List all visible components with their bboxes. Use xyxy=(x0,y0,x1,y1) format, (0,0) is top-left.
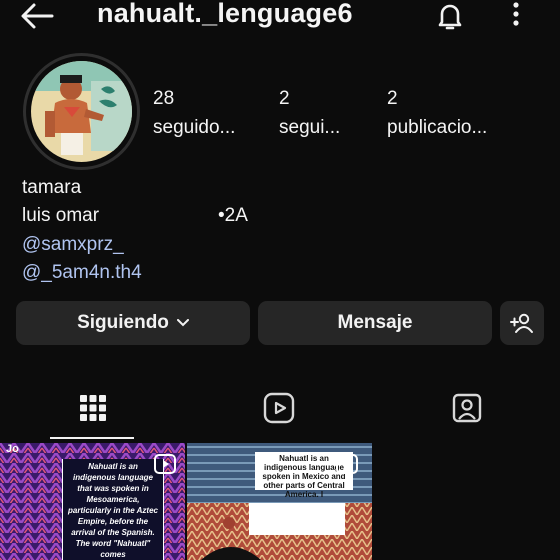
aztec-figure-illustration xyxy=(31,61,132,162)
following-button[interactable]: Siguiendo xyxy=(16,301,250,345)
tab-tagged[interactable] xyxy=(374,378,560,438)
reel-badge-icon xyxy=(336,454,358,474)
stat-value: 2 xyxy=(279,88,290,109)
message-label: Mensaje xyxy=(337,312,413,333)
active-tab-indicator xyxy=(50,437,134,439)
reels-icon xyxy=(263,392,295,424)
posts-grid: Jo Nahuatl is an indigenous language tha… xyxy=(0,443,560,560)
mention-link[interactable]: @_5am4n.th4 xyxy=(22,262,142,284)
profile-tabs xyxy=(0,378,560,440)
post-corner-text: Jo xyxy=(6,443,19,455)
following-label: Siguiendo xyxy=(77,312,169,333)
stat-following[interactable]: 28 seguido... xyxy=(153,88,235,139)
stat-posts[interactable]: 2 publicacio... xyxy=(387,88,487,139)
post-thumbnail[interactable]: Jo Nahuatl is an indigenous language tha… xyxy=(0,443,185,560)
stat-value: 28 xyxy=(153,88,175,109)
profile-username: nahualt._lenguage6 xyxy=(97,0,353,28)
tagged-icon xyxy=(452,393,482,423)
chevron-down-icon xyxy=(176,319,189,327)
stat-label: segui... xyxy=(279,117,341,138)
stat-value: 2 xyxy=(387,88,398,109)
bell-icon[interactable] xyxy=(434,0,466,32)
tab-posts[interactable] xyxy=(0,378,186,438)
add-person-icon xyxy=(510,313,533,333)
avatar[interactable] xyxy=(31,61,132,162)
stat-label: publicacio... xyxy=(387,117,488,138)
bio-text: luis omar xyxy=(22,205,100,226)
tab-reels[interactable] xyxy=(186,378,372,438)
back-arrow-icon[interactable] xyxy=(20,2,56,30)
add-user-button[interactable] xyxy=(500,301,544,345)
bio-name: tamara xyxy=(22,177,82,198)
post-caption: Nahuatl is an indigenous language that w… xyxy=(62,459,164,560)
grid-icon xyxy=(80,395,106,421)
top-bar: nahualt._lenguage6 xyxy=(0,0,560,34)
more-vertical-icon[interactable] xyxy=(504,0,528,30)
message-button[interactable]: Mensaje xyxy=(258,301,492,345)
post-thumbnail[interactable]: Nahuatl is an indigenous language spoken… xyxy=(187,443,372,560)
mention-link[interactable]: @samxprz_ xyxy=(22,234,124,256)
reel-badge-icon xyxy=(154,454,176,474)
stat-label: seguido... xyxy=(153,117,236,138)
bio-extra: •2A xyxy=(218,205,248,226)
stat-followers[interactable]: 2 segui... xyxy=(279,88,340,139)
bio-line: luis omar •2A xyxy=(22,205,248,227)
